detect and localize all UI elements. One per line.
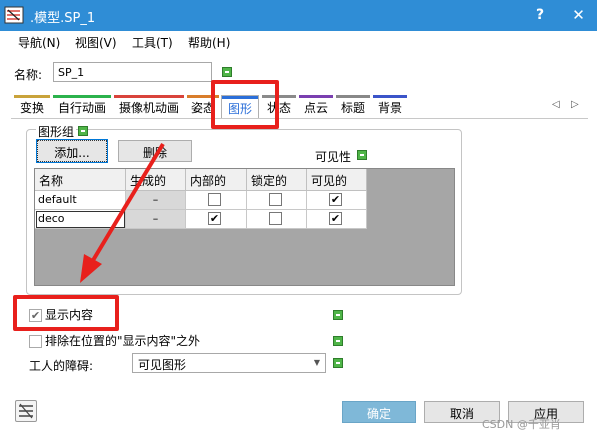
ok-button[interactable]: 确定 — [342, 401, 416, 423]
watermark: CSDN @千亚肖 — [482, 418, 561, 431]
model-settings-icon[interactable] — [15, 400, 37, 422]
annotation-arrow — [80, 142, 165, 283]
model-icon — [19, 403, 33, 419]
